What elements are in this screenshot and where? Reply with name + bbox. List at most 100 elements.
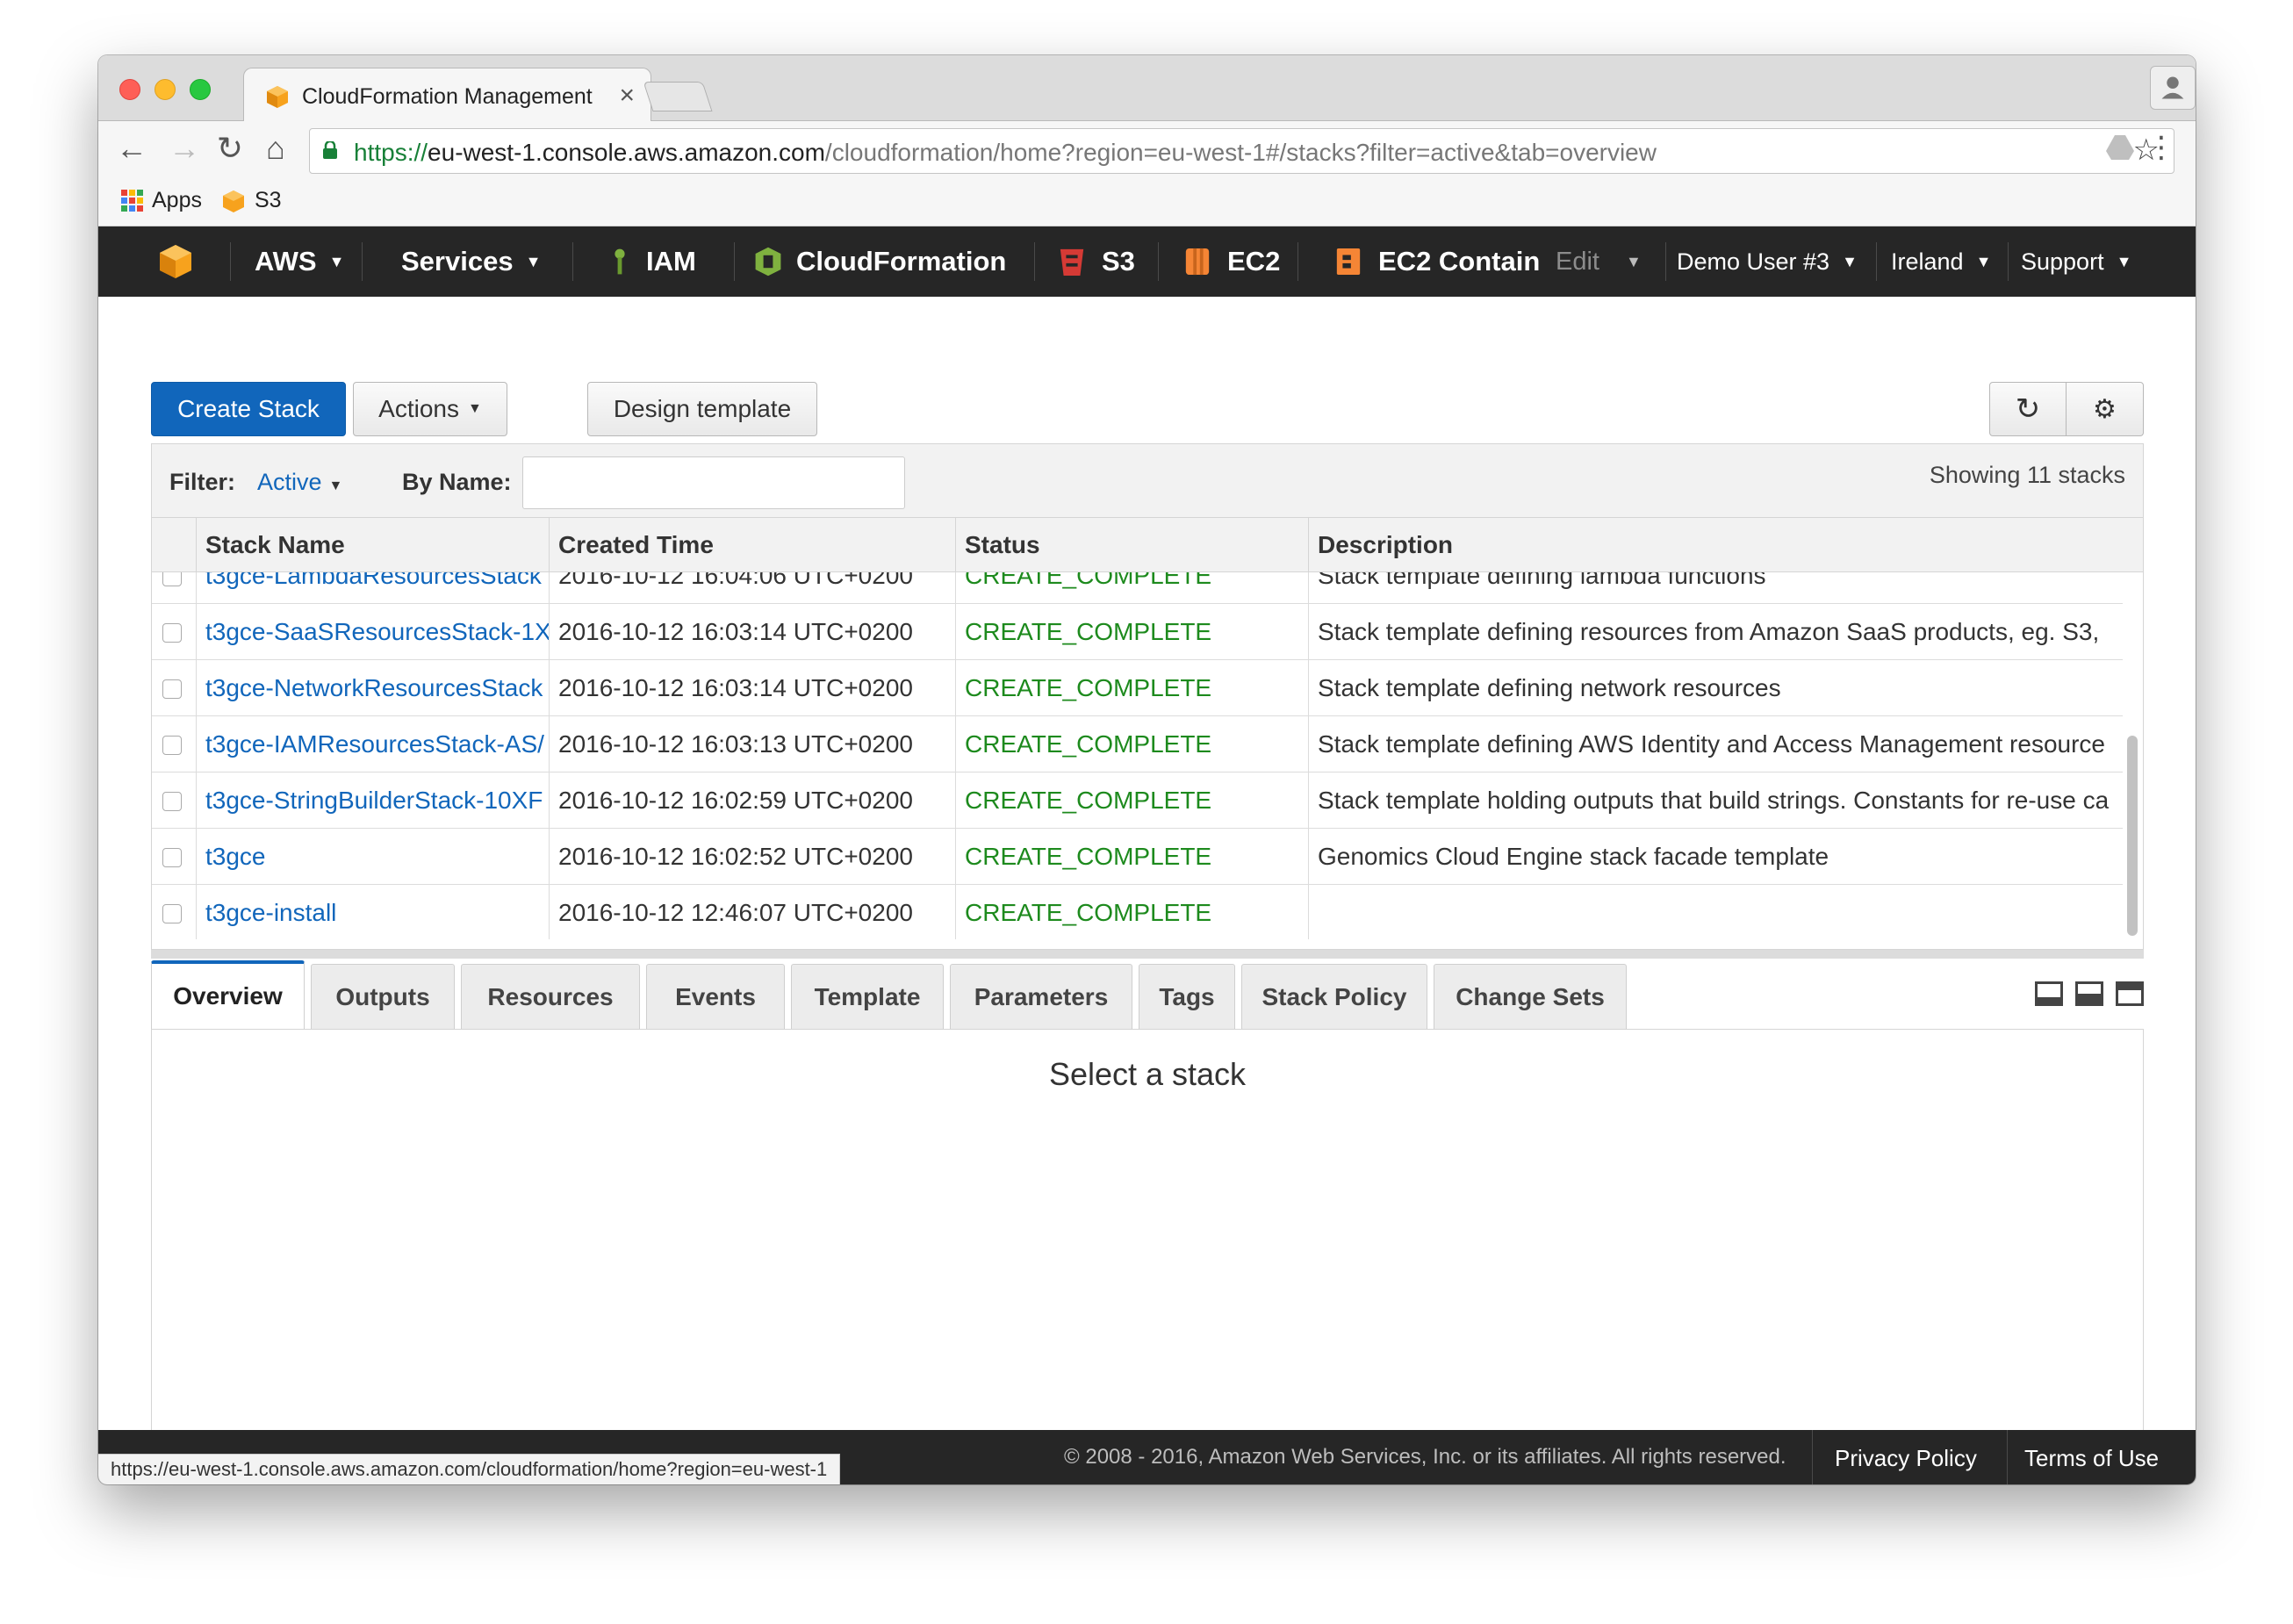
- tab-tags[interactable]: Tags: [1139, 964, 1235, 1029]
- person-icon: [2161, 76, 2184, 99]
- row-checkbox[interactable]: [162, 572, 182, 586]
- column-status[interactable]: Status: [955, 518, 1308, 572]
- forward-icon[interactable]: →: [165, 130, 204, 167]
- layout-bottom-small-icon[interactable]: [2035, 981, 2063, 1006]
- bookmark-apps[interactable]: Apps: [121, 188, 202, 213]
- tab-template[interactable]: Template: [791, 964, 944, 1029]
- table-row[interactable]: t3gce-SaaSResourcesStack-1X 2016-10-12 1…: [152, 604, 2123, 660]
- tab-stack-policy[interactable]: Stack Policy: [1241, 964, 1427, 1029]
- reload-icon[interactable]: ↻: [211, 130, 249, 167]
- table-row[interactable]: t3gce-StringBuilderStack-10XF 2016-10-12…: [152, 772, 2123, 829]
- column-created-time[interactable]: Created Time: [549, 518, 955, 572]
- aws-menu[interactable]: AWS ▼: [255, 226, 344, 297]
- lock-icon: [323, 141, 337, 159]
- row-checkbox[interactable]: [162, 679, 182, 699]
- table-scrollbar[interactable]: [2127, 736, 2138, 936]
- terms-of-use-link[interactable]: Terms of Use: [2012, 1445, 2159, 1472]
- refresh-button[interactable]: ↻: [1989, 382, 2067, 436]
- stack-name-link[interactable]: t3gce-install: [196, 885, 549, 939]
- status-text: CREATE_COMPLETE: [955, 716, 1308, 772]
- aws-console-header: AWS ▼ Services ▼ IAM CloudFormation S3 E…: [98, 226, 2196, 297]
- shortcut-ec2[interactable]: EC2: [1183, 226, 1280, 297]
- filter-label: Filter:: [169, 469, 236, 495]
- created-time: 2016-10-12 16:02:52 UTC+0200: [549, 829, 955, 885]
- edit-shortcuts-link[interactable]: Edit: [1556, 226, 1599, 297]
- stack-name-link[interactable]: t3gce-StringBuilderStack-10XF: [196, 772, 549, 829]
- row-checkbox[interactable]: [162, 623, 182, 643]
- filter-bar: Filter: Active ▼ By Name: Showing 11 stac…: [151, 443, 2144, 518]
- row-checkbox[interactable]: [162, 792, 182, 811]
- apps-grid-icon: [121, 190, 143, 212]
- drive-icon[interactable]: [2104, 133, 2136, 162]
- home-icon[interactable]: ⌂: [256, 130, 295, 167]
- column-description[interactable]: Description: [1308, 518, 2143, 572]
- services-menu[interactable]: Services ▼: [401, 226, 541, 297]
- close-tab-icon[interactable]: ×: [619, 81, 635, 111]
- back-icon[interactable]: ←: [112, 130, 151, 167]
- zoom-window-button[interactable]: [190, 79, 211, 100]
- table-body: t3gce-LambdaResourcesStack 2016-10-12 16…: [152, 572, 2123, 939]
- support-menu[interactable]: Support ▼: [2010, 226, 2131, 297]
- design-template-button[interactable]: Design template: [587, 382, 817, 436]
- gear-icon: ⚙: [2093, 394, 2117, 424]
- description-text: Stack template defining AWS Identity and…: [1308, 716, 2123, 772]
- tab-resources[interactable]: Resources: [461, 964, 640, 1029]
- description-text: Stack template defining lambda functions: [1308, 572, 2123, 604]
- address-bar[interactable]: https://eu-west-1.console.aws.amazon.com…: [309, 128, 2174, 174]
- stack-name-link[interactable]: t3gce: [196, 829, 549, 885]
- create-stack-button[interactable]: Create Stack: [151, 382, 346, 436]
- privacy-policy-link[interactable]: Privacy Policy: [1835, 1445, 1977, 1472]
- edit-caret[interactable]: ▼: [1626, 226, 1642, 297]
- settings-button[interactable]: ⚙: [2066, 382, 2144, 436]
- shortcut-s3[interactable]: S3: [1058, 226, 1135, 297]
- description-text: Genomics Cloud Engine stack facade templ…: [1308, 829, 2123, 885]
- region-menu[interactable]: Ireland ▼: [1880, 226, 1991, 297]
- stack-name-link[interactable]: t3gce-SaaSResourcesStack-1X: [196, 604, 549, 660]
- close-window-button[interactable]: [119, 79, 140, 100]
- new-tab-button[interactable]: [643, 82, 713, 111]
- bookmark-s3[interactable]: S3: [221, 188, 282, 213]
- created-time: 2016-10-12 16:02:59 UTC+0200: [549, 772, 955, 829]
- stack-name-link[interactable]: t3gce-IAMResourcesStack-AS/: [196, 716, 549, 772]
- minimize-window-button[interactable]: [155, 79, 176, 100]
- row-checkbox[interactable]: [162, 904, 182, 923]
- shortcut-cloudformation[interactable]: CloudFormation: [752, 226, 1006, 297]
- cube-icon: [223, 190, 244, 212]
- stack-name-link[interactable]: t3gce-NetworkResourcesStack: [196, 660, 549, 716]
- table-row[interactable]: t3gce-install 2016-10-12 12:46:07 UTC+02…: [152, 885, 2123, 939]
- menu-dots-icon[interactable]: ⋮: [2142, 130, 2181, 165]
- created-time: 2016-10-12 16:03:14 UTC+0200: [549, 604, 955, 660]
- tab-events[interactable]: Events: [646, 964, 785, 1029]
- shortcut-ec2-container[interactable]: EC2 Contain: [1334, 226, 1540, 297]
- actions-button[interactable]: Actions ▼: [353, 382, 507, 436]
- row-checkbox[interactable]: [162, 848, 182, 867]
- user-menu[interactable]: Demo User #3 ▼: [1666, 226, 1858, 297]
- filter-dropdown[interactable]: Active ▼: [257, 469, 342, 496]
- browser-toolbar: ← → ↻ ⌂ https://eu-west-1.console.aws.am…: [98, 121, 2196, 177]
- browser-tab[interactable]: CloudFormation Management ×: [243, 68, 651, 122]
- table-row[interactable]: t3gce 2016-10-12 16:02:52 UTC+0200 CREAT…: [152, 829, 2123, 885]
- aws-home-link[interactable]: [156, 226, 195, 297]
- resize-handle[interactable]: [151, 950, 2144, 959]
- bucket-icon: [1060, 248, 1084, 276]
- column-stack-name[interactable]: Stack Name: [196, 518, 549, 572]
- stack-name-filter-input[interactable]: [522, 456, 905, 509]
- status-text: CREATE_COMPLETE: [955, 572, 1308, 604]
- layout-top-icon[interactable]: [2116, 981, 2144, 1006]
- detail-pane: Select a stack: [151, 1029, 2144, 1450]
- bookmarks-bar: Apps S3: [98, 177, 2196, 226]
- tab-overview[interactable]: Overview: [151, 960, 305, 1029]
- table-row[interactable]: t3gce-IAMResourcesStack-AS/ 2016-10-12 1…: [152, 716, 2123, 772]
- shortcut-iam[interactable]: IAM: [609, 226, 696, 297]
- table-row[interactable]: t3gce-NetworkResourcesStack 2016-10-12 1…: [152, 660, 2123, 716]
- layout-split-icon[interactable]: [2075, 981, 2103, 1006]
- tab-parameters[interactable]: Parameters: [950, 964, 1132, 1029]
- profile-button[interactable]: [2150, 66, 2196, 110]
- tab-change-sets[interactable]: Change Sets: [1434, 964, 1627, 1029]
- table-row[interactable]: t3gce-LambdaResourcesStack 2016-10-12 16…: [152, 572, 2123, 604]
- table-header: Stack Name Created Time Status Descripti…: [152, 518, 2143, 572]
- tab-outputs[interactable]: Outputs: [311, 964, 455, 1029]
- row-checkbox[interactable]: [162, 736, 182, 755]
- tab-title: CloudFormation Management: [302, 84, 593, 109]
- stack-name-link[interactable]: t3gce-LambdaResourcesStack: [196, 572, 549, 604]
